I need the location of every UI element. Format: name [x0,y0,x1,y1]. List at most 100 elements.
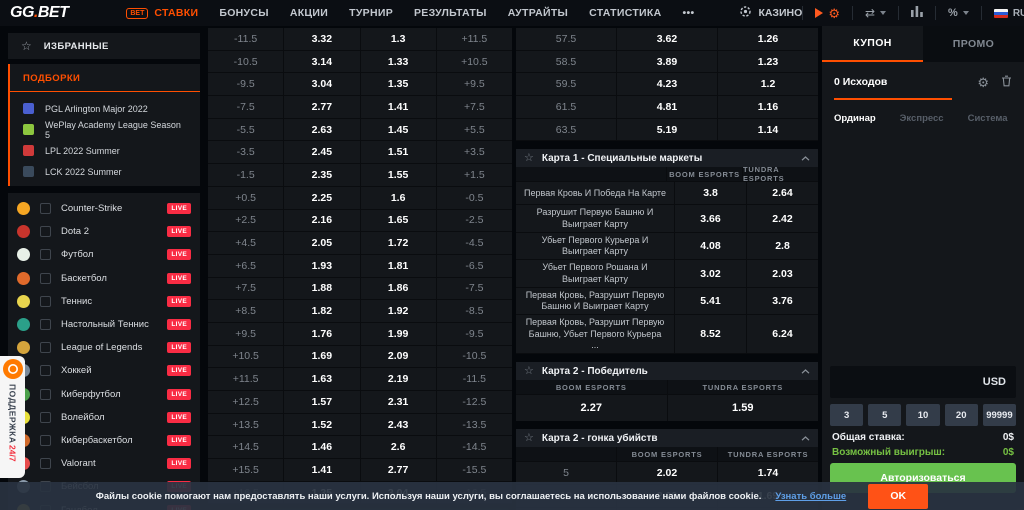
sport-item-7[interactable]: ХоккейLIVE [8,359,200,382]
statistics-button[interactable] [911,6,923,20]
logo[interactable]: GG.BET [10,4,68,22]
odds-cell[interactable]: 2.31 [361,391,437,413]
odds-cell[interactable]: 1.72 [361,232,437,254]
sport-item-0[interactable]: Counter-StrikeLIVE [8,197,200,220]
odds-cell[interactable]: 1.33 [361,51,437,73]
odds-cell[interactable]: 2.03 [747,260,818,287]
tab-promo[interactable]: ПРОМО [923,26,1024,62]
nav-item-3[interactable]: ТУРНИР [349,7,393,19]
odds-cell[interactable]: 1.46 [284,436,360,458]
sport-checkbox[interactable] [40,389,51,400]
odds-cell[interactable]: 1.23 [718,51,818,73]
nav-item-6[interactable]: СТАТИСТИКА [589,7,661,19]
odds-cell[interactable]: 1.16 [718,96,818,118]
odds-cell[interactable]: 1.57 [284,391,360,413]
quick-stake-button[interactable]: 99999 [983,404,1016,426]
odds-cell[interactable]: 1.88 [284,278,360,300]
language-selector[interactable]: RU [994,8,1024,19]
nav-item-casino[interactable]: КАЗИНО [740,6,802,20]
odds-cell[interactable]: 2.45 [284,141,360,163]
nav-item-5[interactable]: АУТРАЙТЫ [508,7,568,19]
odds-cell[interactable]: 5.19 [617,119,718,141]
odds-cell[interactable]: 1.35 [361,73,437,95]
odds-cell[interactable]: 3.66 [675,205,747,232]
support-tab[interactable]: ПОДДЕРЖКА 24/7 [0,356,25,478]
odds-cell[interactable]: 1.55 [361,164,437,186]
odds-cell[interactable]: 2.05 [284,232,360,254]
bet-mode-2[interactable]: Система [968,113,1008,124]
sport-checkbox[interactable] [40,412,51,423]
odds-cell[interactable]: 2.19 [361,368,437,390]
odds-cell[interactable]: 2.25 [284,187,360,209]
sport-checkbox[interactable] [40,435,51,446]
odds-cell[interactable]: 3.02 [675,260,747,287]
odds-cell[interactable]: 3.04 [284,73,360,95]
odds-cell[interactable]: 1.74 [718,462,818,484]
nav-item-1[interactable]: БОНУСЫ [219,7,269,19]
odds-cell[interactable]: 1.41 [361,96,437,118]
odds-cell[interactable]: 1.26 [718,28,818,50]
nav-item-4[interactable]: РЕЗУЛЬТАТЫ [414,7,487,19]
odds-cell[interactable]: 2.8 [747,233,818,260]
collection-item-1[interactable]: WePlay Academy League Season 5 [10,119,200,140]
odds-format-button[interactable]: % [948,7,969,19]
odds-cell[interactable]: 3.8 [675,182,747,204]
odds-cell[interactable]: 1.93 [284,255,360,277]
odds-cell[interactable]: 2.6 [361,436,437,458]
odds-cell[interactable]: 1.41 [284,459,360,481]
quick-stake-button[interactable]: 3 [830,404,863,426]
favorites-panel[interactable]: ☆ ИЗБРАННЫЕ [8,33,200,59]
odds-cell[interactable]: 1.99 [361,323,437,345]
odds-cell[interactable]: 2.16 [284,210,360,232]
star-icon[interactable]: ☆ [524,366,534,377]
odds-cell[interactable]: 1.3 [361,28,437,50]
star-icon[interactable]: ☆ [524,433,534,444]
sport-checkbox[interactable] [40,273,51,284]
cookie-learn-more-link[interactable]: Узнать больше [775,491,846,502]
nav-item-2[interactable]: АКЦИИ [290,7,328,19]
quick-stake-button[interactable]: 20 [945,404,978,426]
odds-cell[interactable]: 3.76 [747,288,818,315]
odds-cell[interactable]: 3.14 [284,51,360,73]
odds-cell[interactable]: 1.69 [284,346,360,368]
sport-item-5[interactable]: Настольный ТеннисLIVE [8,313,200,336]
odds-cell[interactable]: 1.51 [361,141,437,163]
section-header[interactable]: ☆ Карта 2 - Победитель [516,362,818,380]
gear-icon[interactable]: ⚙ [977,76,989,89]
sport-item-9[interactable]: ВолейболLIVE [8,406,200,429]
odds-cell[interactable]: 8.52 [675,315,747,353]
odds-cell[interactable]: 1.45 [361,119,437,141]
odds-cell[interactable]: 3.32 [284,28,360,50]
odds-cell[interactable]: 1.59 [668,395,819,421]
sport-checkbox[interactable] [40,203,51,214]
odds-cell[interactable]: 2.27 [516,395,668,421]
sport-item-4[interactable]: ТеннисLIVE [8,290,200,313]
section-header[interactable]: ☆ Карта 2 - гонка убийств [516,429,818,447]
odds-cell[interactable]: 1.65 [361,210,437,232]
sport-item-3[interactable]: БаскетболLIVE [8,267,200,290]
bet-mode-0[interactable]: Ординар [834,113,876,124]
odds-cell[interactable]: 1.81 [361,255,437,277]
odds-cell[interactable]: 6.24 [747,315,818,353]
odds-cell[interactable]: 2.09 [361,346,437,368]
odds-cell[interactable]: 4.08 [675,233,747,260]
sport-item-10[interactable]: КибербаскетболLIVE [8,429,200,452]
odds-cell[interactable]: 2.64 [747,182,818,204]
quick-stake-button[interactable]: 5 [868,404,901,426]
live-settings-button[interactable]: ⚙ [815,7,840,20]
odds-cell[interactable]: 2.35 [284,164,360,186]
nav-item-0[interactable]: СТАВКИ [154,7,198,19]
cookie-ok-button[interactable]: OK [868,484,928,509]
odds-cell[interactable]: 4.81 [617,96,718,118]
odds-cell[interactable]: 3.89 [617,51,718,73]
odds-cell[interactable]: 2.77 [361,459,437,481]
stake-amount-input[interactable]: USD [830,366,1016,398]
odds-cell[interactable]: 2.77 [284,96,360,118]
sport-item-8[interactable]: КиберфутболLIVE [8,383,200,406]
odds-cell[interactable]: 1.52 [284,414,360,436]
odds-cell[interactable]: 2.42 [747,205,818,232]
odds-cell[interactable]: 4.23 [617,73,718,95]
odds-cell[interactable]: 2.02 [617,462,718,484]
odds-swap-button[interactable]: ⇄ [865,6,886,20]
star-icon[interactable]: ☆ [524,153,534,164]
